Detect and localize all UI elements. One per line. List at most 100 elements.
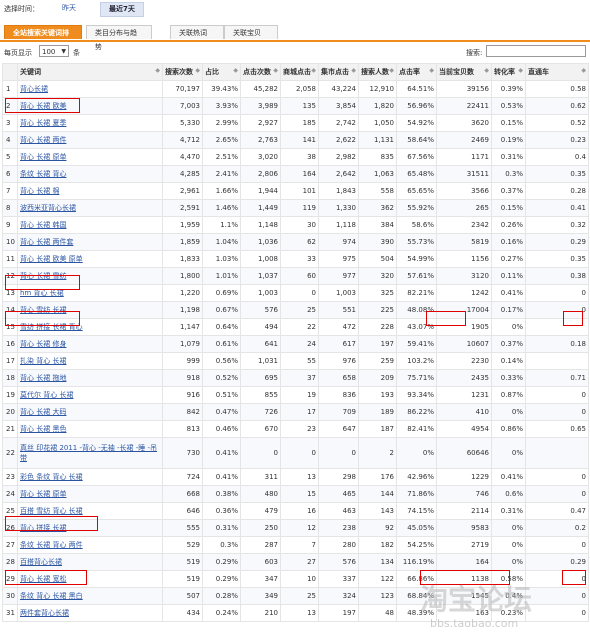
keyword-link[interactable]: 背心 长裙 夏季 [20, 119, 66, 127]
table-row: 23 彩色 条纹 背心 长裙 724 0.41% 311 13 298 176 42.96% 12… [2, 468, 589, 486]
tab-keyword-ranking[interactable]: 全站搜索关键词排行 [4, 25, 82, 51]
keyword-link[interactable]: 条纹 背心 长裙 黑白 [20, 592, 83, 600]
row-index: 3 [2, 114, 18, 132]
data-cell: 0.69% [202, 284, 241, 302]
column-header-label: 商城点击 [283, 68, 311, 76]
data-cell: 384 [358, 216, 397, 234]
data-cell: 1242 [436, 284, 492, 302]
data-cell: 0.51% [202, 386, 241, 404]
table-row: 8 波西米亚背心长裙 2,591 1.46% 1,449 119 1,330 362 55.92… [2, 199, 589, 217]
column-header[interactable]: 点击次数 ◆ [240, 63, 281, 81]
column-header[interactable]: 搜索次数 ◆ [162, 63, 203, 81]
table-row: 13 hm 背心 长裙 1,220 0.69% 1,003 0 1,003 325 82.21%… [2, 284, 589, 302]
column-header[interactable]: 搜索人数 ◆ [358, 63, 397, 81]
table-header-row: 关键词 ◆ 搜索次数 ◆ 占比 ◆ 点击次数 ◆ 商城点击 ◆ 集市点击 ◆ 搜索人数 ◆ 点击率 ◆ 当前宝贝… [2, 63, 589, 81]
data-cell: 0.56% [202, 352, 241, 370]
tab-related-items[interactable]: 关联宝贝 [224, 25, 278, 39]
data-cell: 0 [525, 485, 589, 503]
data-cell: 603 [240, 553, 281, 571]
data-cell: 123 [358, 587, 397, 605]
data-cell: 65.48% [396, 165, 437, 183]
data-cell: 1,008 [240, 250, 281, 268]
search-input[interactable] [486, 45, 586, 57]
data-cell: 10607 [436, 335, 492, 353]
data-cell: 1,003 [318, 284, 359, 302]
table-row: 28 百搭背心长裙 519 0.29% 603 27 576 134 116.19% 164 0% 0… [2, 553, 589, 571]
column-header[interactable]: 转化率 ◆ [491, 63, 526, 81]
time-option-last7days[interactable]: 最近7天 [100, 2, 144, 17]
data-cell: 2,591 [162, 199, 203, 217]
column-header[interactable]: 占比 ◆ [202, 63, 241, 81]
keyword-link[interactable]: 扎染 背心 长裙 [20, 357, 66, 365]
tab-category-trend[interactable]: 类目分布与趋势 [86, 25, 152, 51]
page-size-value: 100 [42, 48, 56, 56]
data-cell: 1,037 [240, 267, 281, 285]
keyword-cell: 背心 长裙 拖地 [17, 369, 163, 387]
column-header-label: 搜索次数 [165, 68, 193, 76]
row-index: 16 [2, 335, 18, 353]
time-option-yesterday[interactable]: 昨天 [54, 2, 84, 15]
keyword-link[interactable]: 百搭 雪纺 背心 长裙 [20, 507, 83, 515]
data-cell: 0.19% [491, 131, 526, 149]
keyword-cell: 条纹 背心 长裙 黑白 [17, 587, 163, 605]
data-cell: 197 [358, 335, 397, 353]
data-cell: 0.3% [491, 165, 526, 183]
row-index: 1 [2, 80, 18, 98]
data-cell: 0 [525, 587, 589, 605]
keyword-link[interactable]: 彩色 条纹 背心 长裙 [20, 473, 83, 481]
keyword-link[interactable]: hm 背心 长裙 [20, 289, 64, 297]
row-index: 20 [2, 403, 18, 421]
data-cell: 143 [358, 502, 397, 520]
keyword-link[interactable]: 背心 长裙 两件套 [20, 238, 73, 246]
column-header[interactable]: 商城点击 ◆ [280, 63, 319, 81]
keyword-link[interactable]: 背心 长裙 大码 [20, 408, 66, 416]
keyword-link[interactable]: 两件套背心长裙 [20, 609, 69, 617]
keyword-link[interactable]: 条纹 长裙 背心 [20, 170, 66, 178]
data-cell: 31511 [436, 165, 492, 183]
data-cell: 0.62 [525, 97, 589, 115]
data-cell: 37 [280, 369, 319, 387]
sort-icon: ◆ [273, 67, 278, 74]
page-size-select[interactable]: 100 ▼ [39, 45, 69, 57]
keyword-link[interactable]: 背心长裙 [20, 85, 48, 93]
data-cell: 39.43% [202, 80, 241, 98]
keyword-link[interactable]: 条纹 长裙 背心 两件 [20, 541, 83, 549]
keyword-link[interactable]: 背心 长裙 原单 [20, 153, 66, 161]
keyword-link[interactable]: 背心 长裙 两件 [20, 136, 66, 144]
column-header[interactable]: 点击率 ◆ [396, 63, 437, 81]
data-cell: 1,330 [318, 199, 359, 217]
keyword-link[interactable]: 波西米亚背心长裙 [20, 204, 76, 212]
data-cell: 22411 [436, 97, 492, 115]
tab-related-hotwords[interactable]: 关联热词 [170, 25, 224, 39]
keyword-link[interactable]: 背心 长裙 欧美 原单 [20, 255, 83, 263]
keyword-cell: 背心长裙 [17, 80, 163, 98]
highlight-box [5, 275, 80, 290]
row-index: 5 [2, 148, 18, 166]
data-cell: 82.41% [396, 420, 437, 438]
data-cell: 59.41% [396, 335, 437, 353]
data-cell [525, 437, 589, 469]
keyword-link[interactable]: 百搭背心长裙 [20, 558, 62, 566]
data-cell: 1.01% [202, 267, 241, 285]
keyword-link[interactable]: 背心 长裙 修身 [20, 340, 66, 348]
keyword-link[interactable]: 背心 长裙 原单 [20, 490, 66, 498]
data-cell: 0.52 [525, 114, 589, 132]
data-cell: 0.28% [202, 587, 241, 605]
column-header[interactable]: 直通车 ◆ [525, 63, 589, 81]
sort-icon: ◆ [233, 67, 238, 74]
keyword-link[interactable]: 背心 长裙 拖地 [20, 374, 66, 382]
data-cell: 55 [280, 352, 319, 370]
table-row: 12 背心 长裙 雪纺 1,800 1.01% 1,037 60 977 320 57.61% 3… [2, 267, 589, 285]
time-filter-label: 选择时间： [4, 5, 39, 13]
keyword-link[interactable]: 真丝 印花裙 2011 -背心 -无袖 -长裙 -睡 -吊带 [20, 444, 157, 462]
data-cell: 0.46% [202, 420, 241, 438]
keyword-link[interactable]: 背心 长裙 黑色 [20, 425, 66, 433]
data-cell: 1,944 [240, 182, 281, 200]
keyword-link[interactable]: 背心 长裙 棉 [20, 187, 59, 195]
column-header[interactable]: 集市点击 ◆ [318, 63, 359, 81]
keyword-link[interactable]: 背心 长裙 韩国 [20, 221, 66, 229]
column-header[interactable]: 当前宝贝数 ◆ [436, 63, 492, 81]
keyword-link[interactable]: 莫代尔 背心 长裙 [20, 391, 73, 399]
column-header[interactable]: 关键词 ◆ [17, 63, 163, 81]
data-cell: 0.36% [202, 502, 241, 520]
